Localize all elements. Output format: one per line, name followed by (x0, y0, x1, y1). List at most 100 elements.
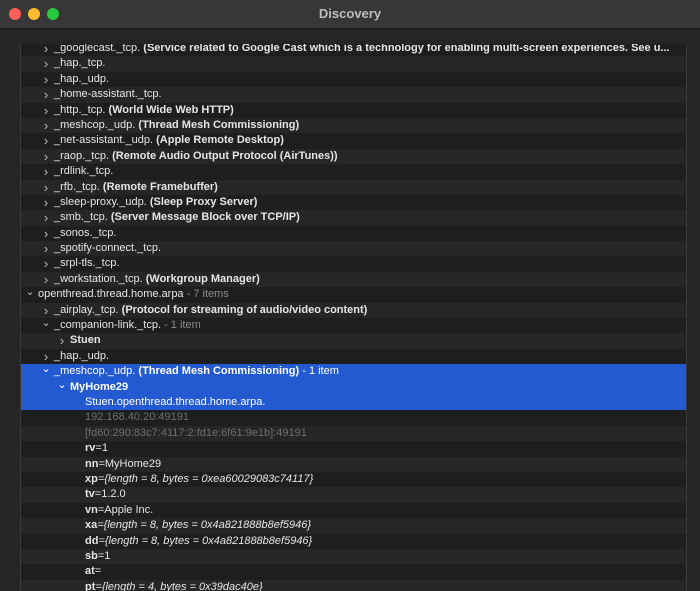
chevron-right-icon[interactable]: › (41, 210, 51, 225)
detail-row[interactable]: nn=MyHome29 (21, 456, 686, 472)
chevron-right-icon[interactable]: › (41, 44, 51, 56)
txt-value: =Apple Inc. (97, 503, 154, 516)
service-description: (Apple Remote Desktop) (156, 134, 284, 147)
service-row[interactable]: › _hap._udp. (21, 72, 686, 87)
chevron-right-icon[interactable]: › (41, 118, 51, 133)
chevron-right-icon[interactable]: › (41, 226, 51, 241)
detail-row[interactable]: xa={length = 8, bytes = 0x4a821888b8ef59… (21, 518, 686, 534)
chevron-right-icon[interactable]: › (41, 272, 51, 287)
host-row[interactable]: ⌄ MyHome29 (21, 379, 686, 395)
service-name: _sleep-proxy._udp. (54, 195, 147, 208)
row-text: _sleep-proxy._udp. (Sleep Proxy Server) (54, 195, 257, 210)
service-row[interactable]: › _sleep-proxy._udp. (Sleep Proxy Server) (21, 195, 686, 210)
detail-row[interactable]: [fd60:290:83c7:4117:2:fd1e:6f61:9e1b]:49… (21, 425, 686, 442)
txt-value: ={length = 4, bytes = 0x39dac40e} (95, 580, 263, 591)
service-row[interactable]: › _hap._tcp. (21, 56, 686, 72)
address: [fd60:290:83c7:4117:2:fd1e:6f61:9e1b]:49… (85, 426, 307, 439)
chevron-right-icon[interactable]: › (41, 349, 51, 364)
txt-value: =1 (97, 549, 111, 562)
row-text: _workstation._tcp. (Workgroup Manager) (54, 272, 260, 287)
detail-row[interactable]: pt={length = 4, bytes = 0x39dac40e} (21, 579, 686, 591)
row-text: openthread.thread.home.arpa - 7 items (38, 287, 229, 302)
txt-key: nn (85, 457, 99, 470)
service-row[interactable]: › _home-assistant._tcp. (21, 87, 686, 103)
detail-row[interactable]: Stuen.openthread.thread.home.arpa. (21, 394, 686, 411)
row-text: Stuen (70, 333, 101, 348)
chevron-right-icon[interactable]: › (41, 103, 51, 118)
chevron-right-icon[interactable]: › (57, 333, 67, 348)
row-text: _companion-link._tcp. - 1 item (54, 318, 201, 333)
txt-value: = (94, 565, 102, 578)
service-name: _workstation._tcp. (54, 272, 143, 285)
service-row[interactable]: ⌄ _companion-link._tcp. - 1 item (21, 318, 686, 333)
service-row[interactable]: › _sonos._tcp. (21, 226, 686, 241)
detail-row[interactable]: sb=1 (21, 548, 686, 565)
chevron-right-icon[interactable]: › (41, 149, 51, 164)
service-row[interactable]: › _raop._tcp. (Remote Audio Output Protoc… (21, 148, 686, 165)
service-description: (Service related to Google Cast which is… (143, 44, 670, 54)
row-text: _raop._tcp. (Remote Audio Output Protoco… (54, 149, 338, 164)
service-name: _googlecast._tcp. (54, 44, 141, 54)
detail-row[interactable]: rv=1 (21, 441, 686, 456)
detail-row[interactable]: dd={length = 8, bytes = 0x4a821888b8ef59… (21, 534, 686, 549)
detail-row[interactable]: xp={length = 8, bytes = 0xea60029083c741… (21, 472, 686, 487)
service-row[interactable]: › _hap._udp. (21, 349, 686, 364)
host-name: Stuen (70, 334, 101, 347)
service-description: (Protocol for streaming of audio/video c… (121, 303, 368, 316)
detail-row[interactable]: vn=Apple Inc. (21, 503, 686, 518)
chevron-right-icon[interactable]: › (41, 180, 51, 195)
chevron-right-icon[interactable]: › (41, 241, 51, 256)
item-count: - 1 item (164, 319, 201, 332)
txt-value: =1 (95, 442, 108, 455)
service-description: (Remote Audio Output Protocol (AirTunes)… (112, 149, 338, 162)
row-text: _smb._tcp. (Server Message Block over TC… (54, 210, 300, 225)
chevron-right-icon[interactable]: › (41, 164, 51, 179)
row-text: at= (85, 564, 101, 579)
service-row[interactable]: › _smb._tcp. (Server Message Block over T… (21, 210, 686, 226)
chevron-right-icon[interactable]: › (41, 195, 51, 210)
txt-key: at (85, 565, 95, 578)
detail-row[interactable]: tv=1.2.0 (21, 487, 686, 503)
chevron-down-icon[interactable]: ⌄ (41, 364, 51, 375)
chevron-down-icon[interactable]: ⌄ (57, 380, 67, 391)
service-name: _home-assistant._tcp. (54, 88, 162, 101)
address: 192.168.40.20:49191 (85, 411, 189, 424)
service-row[interactable]: ⌄ _meshcop._udp. (Thread Mesh Commissioni… (21, 364, 686, 380)
detail-row[interactable]: 192.168.40.20:49191 (21, 410, 686, 425)
service-row[interactable]: › _rfb._tcp. (Remote Framebuffer) (21, 179, 686, 195)
domain-row[interactable]: ⌄ openthread.thread.home.arpa - 7 items (21, 287, 686, 302)
service-row[interactable]: › _airplay._tcp. (Protocol for streaming … (21, 302, 686, 319)
service-row[interactable]: › _srpl-tls._tcp. (21, 256, 686, 271)
chevron-right-icon[interactable]: › (41, 256, 51, 271)
txt-value: ={length = 8, bytes = 0x4a821888b8ef5946… (97, 519, 312, 532)
txt-key: vn (85, 503, 98, 516)
service-row[interactable]: › _spotify-connect._tcp. (21, 241, 686, 257)
txt-value: =1.2.0 (94, 488, 126, 501)
service-row[interactable]: › _http._tcp. (World Wide Web HTTP) (21, 103, 686, 118)
chevron-right-icon[interactable]: › (41, 87, 51, 102)
service-row[interactable]: › _googlecast._tcp. (Service related to G… (21, 44, 686, 56)
row-text: nn=MyHome29 (85, 457, 161, 472)
row-text: _sonos._tcp. (54, 226, 116, 241)
chevron-right-icon[interactable]: › (41, 133, 51, 148)
chevron-right-icon[interactable]: › (41, 56, 51, 71)
txt-key: dd (85, 534, 99, 547)
row-text: _http._tcp. (World Wide Web HTTP) (54, 103, 234, 118)
service-name: _spotify-connect._tcp. (54, 242, 162, 255)
detail-row[interactable]: at= (21, 564, 686, 579)
chevron-down-icon[interactable]: ⌄ (41, 318, 51, 329)
service-row[interactable]: › _workstation._tcp. (Workgroup Manager) (21, 271, 686, 288)
row-text: pt={length = 4, bytes = 0x39dac40e} (85, 580, 263, 591)
chevron-right-icon[interactable]: › (41, 72, 51, 87)
service-row[interactable]: › _meshcop._udp. (Thread Mesh Commissioni… (21, 117, 686, 134)
chevron-right-icon[interactable]: › (41, 303, 51, 318)
service-row[interactable]: › _rdlink._tcp. (21, 164, 686, 179)
row-text: _srpl-tls._tcp. (54, 256, 119, 271)
txt-key: xa (85, 519, 98, 532)
service-name: _raop._tcp. (54, 149, 110, 162)
host-row[interactable]: › Stuen (21, 333, 686, 349)
chevron-down-icon[interactable]: ⌄ (25, 287, 35, 298)
service-outline-view[interactable]: › _googlecast._tcp. (Service related to G… (20, 44, 687, 591)
service-description: (Workgroup Manager) (145, 272, 260, 285)
service-row[interactable]: › _net-assistant._udp. (Apple Remote Desk… (21, 133, 686, 148)
